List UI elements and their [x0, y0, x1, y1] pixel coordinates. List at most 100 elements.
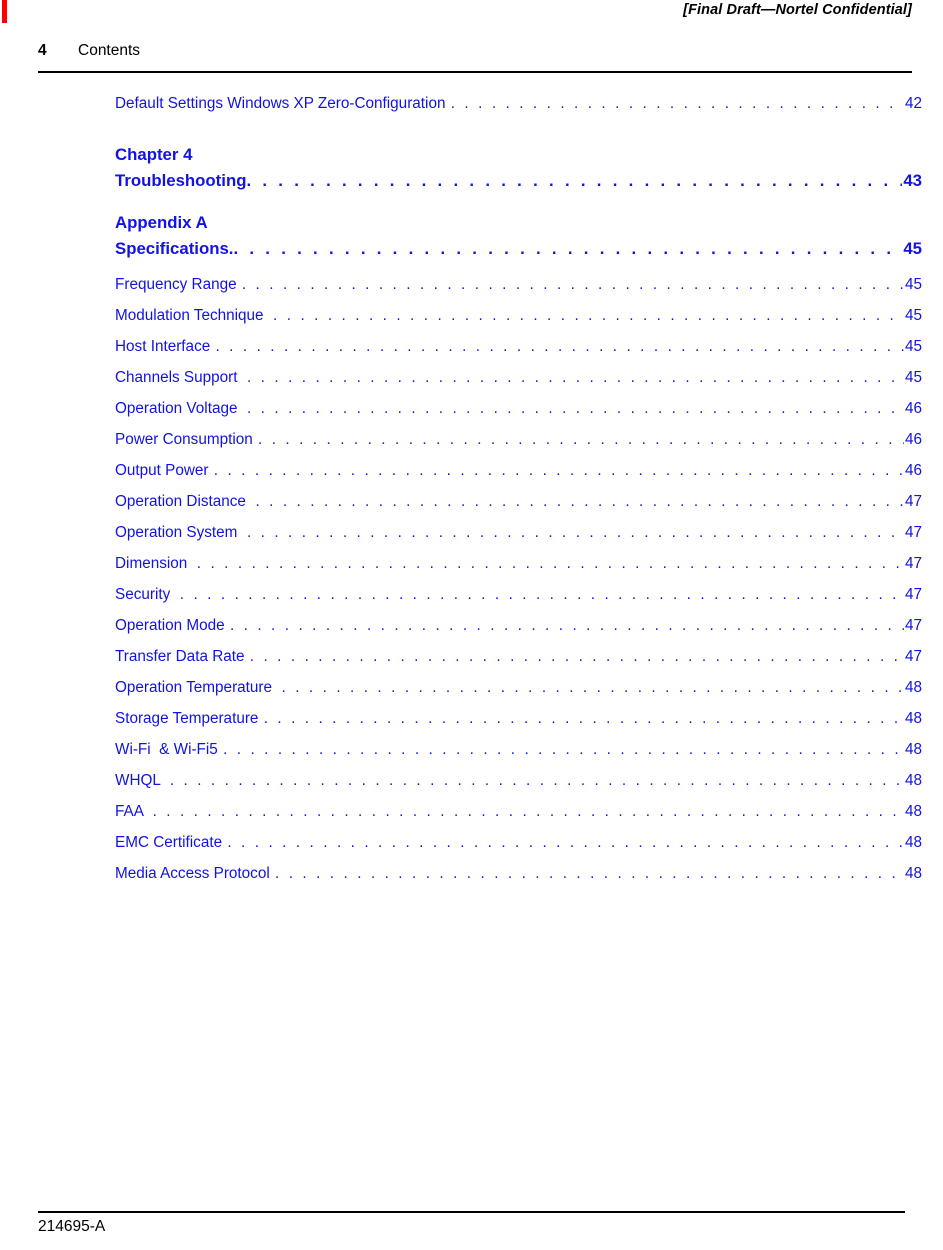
toc-dot-leader [273, 307, 904, 325]
toc-dot-leader [247, 369, 904, 387]
change-bar [2, 0, 7, 23]
toc-entry-label: Modulation Technique [115, 307, 273, 324]
footer-divider [38, 1211, 905, 1213]
toc-entry-label: Operation Mode [115, 617, 229, 634]
toc-entry-label: Operation Voltage [115, 400, 246, 417]
running-header-note: [Final Draft—Nortel Confidential] [683, 2, 912, 18]
toc-entry-page: 48 [904, 679, 922, 696]
toc-dot-leader [215, 338, 904, 356]
toc-dot-leader [258, 431, 904, 449]
toc-group-chapter-4[interactable]: Chapter 4 Troubleshooting 43 [115, 142, 922, 194]
toc-entry-page: 42 [904, 95, 922, 112]
toc-dot-leader [153, 803, 904, 821]
toc-dot-leader [170, 772, 904, 790]
toc-entry[interactable]: Operation System 47 [115, 524, 922, 555]
toc-entry[interactable]: Dimension 47 [115, 555, 922, 586]
toc-entry-label: Output Power [115, 462, 213, 479]
toc-group-title: Troubleshooting [115, 171, 247, 190]
toc-group-heading: Chapter 4 [115, 145, 193, 164]
footer-document-id: 214695-A [38, 1218, 106, 1235]
toc-entry[interactable]: Frequency Range 45 [115, 276, 922, 307]
toc-dot-leader [223, 741, 904, 759]
toc-dot-leader [180, 586, 904, 604]
toc-dot-leader [242, 276, 904, 294]
toc-entry[interactable]: Operation Voltage 46 [115, 400, 922, 431]
toc-entry[interactable]: FAA 48 [115, 803, 922, 834]
toc-entry[interactable]: WHQL 48 [115, 772, 922, 803]
toc-entry-page: 48 [904, 710, 922, 727]
toc-group-page: 43 [903, 171, 922, 190]
toc-group-heading: Appendix A [115, 213, 208, 232]
toc-group-line[interactable]: Troubleshooting 43 [115, 167, 922, 194]
toc-entry-label: Channels Support [115, 369, 246, 386]
toc-entry-page: 48 [904, 834, 922, 851]
toc-entry-page: 46 [904, 431, 922, 448]
toc-dot-leader [247, 524, 904, 542]
toc-entry[interactable]: Operation Temperature 48 [115, 679, 922, 710]
toc-entry[interactable]: Security 47 [115, 586, 922, 617]
toc-entry-label: Power Consumption [115, 431, 257, 448]
toc-dot-leader [197, 555, 904, 573]
toc-group-line[interactable]: Specifications. 45 [115, 235, 922, 262]
toc-entry[interactable]: Default Settings Windows XP Zero-Configu… [115, 95, 922, 126]
toc-entry[interactable]: Channels Support 45 [115, 369, 922, 400]
toc-dot-leader [227, 834, 904, 852]
toc-group-title: Specifications. [115, 239, 234, 258]
toc-entry-label: Frequency Range [115, 276, 241, 293]
toc-entry-page: 47 [904, 648, 922, 665]
toc-dot-leader [451, 95, 904, 113]
table-of-contents: Default Settings Windows XP Zero-Configu… [115, 95, 922, 896]
toc-entry-label: Wi-Fi & Wi-Fi5 [115, 741, 223, 758]
toc-entry-label: EMC Certificate [115, 834, 227, 851]
toc-entry-label: Media Access Protocol [115, 865, 274, 882]
toc-entry-page: 48 [904, 865, 922, 882]
toc-dot-leader [233, 235, 902, 262]
toc-entry[interactable]: Modulation Technique 45 [115, 307, 922, 338]
toc-dot-leader [246, 167, 902, 194]
toc-entry[interactable]: Transfer Data Rate 47 [115, 648, 922, 679]
page-title-label: Contents [78, 42, 141, 59]
toc-entry[interactable]: EMC Certificate 48 [115, 834, 922, 865]
toc-entry-page: 45 [904, 276, 922, 293]
toc-entry-page: 47 [904, 555, 922, 572]
toc-entry-label: Storage Temperature [115, 710, 263, 727]
page-folio-number: 4 [38, 42, 47, 59]
toc-group-page: 45 [903, 239, 922, 258]
toc-entry-page: 45 [904, 369, 922, 386]
toc-entry[interactable]: Media Access Protocol 48 [115, 865, 922, 896]
toc-entry-list: Frequency Range 45Modulation Technique 4… [115, 276, 922, 896]
toc-entry[interactable]: Operation Mode 47 [115, 617, 922, 648]
toc-entry-label: Operation System [115, 524, 246, 541]
toc-entry-label: Default Settings Windows XP Zero-Configu… [115, 95, 450, 112]
toc-dot-leader [230, 617, 904, 635]
toc-entry[interactable]: Storage Temperature 48 [115, 710, 922, 741]
toc-dot-leader [264, 710, 904, 728]
toc-entry-page: 47 [904, 524, 922, 541]
toc-entry-label: Operation Distance [115, 493, 255, 510]
toc-entry-page: 45 [904, 338, 922, 355]
toc-entry-label: FAA [115, 803, 152, 820]
toc-entry-label: Security [115, 586, 179, 603]
toc-entry[interactable]: Host Interface 45 [115, 338, 922, 369]
toc-entry[interactable]: Power Consumption 46 [115, 431, 922, 462]
toc-entry[interactable]: Wi-Fi & Wi-Fi5 48 [115, 741, 922, 772]
toc-entry-page: 45 [904, 307, 922, 324]
toc-group-appendix-a[interactable]: Appendix A Specifications. 45 [115, 210, 922, 262]
toc-entry-label: Operation Temperature [115, 679, 281, 696]
toc-dot-leader [275, 865, 904, 883]
toc-entry-page: 48 [904, 772, 922, 789]
toc-entry-page: 47 [904, 617, 922, 634]
page-title: 4 Contents [38, 42, 912, 60]
toc-entry-label: Host Interface [115, 338, 215, 355]
toc-dot-leader [247, 400, 904, 418]
toc-entry-label: WHQL [115, 772, 169, 789]
toc-entry-page: 47 [904, 586, 922, 603]
toc-entry-page: 46 [904, 462, 922, 479]
toc-entry[interactable]: Output Power 46 [115, 462, 922, 493]
toc-entry-page: 48 [904, 741, 922, 758]
toc-entry-page: 46 [904, 400, 922, 417]
toc-entry[interactable]: Operation Distance 47 [115, 493, 922, 524]
toc-entry-label: Dimension [115, 555, 196, 572]
